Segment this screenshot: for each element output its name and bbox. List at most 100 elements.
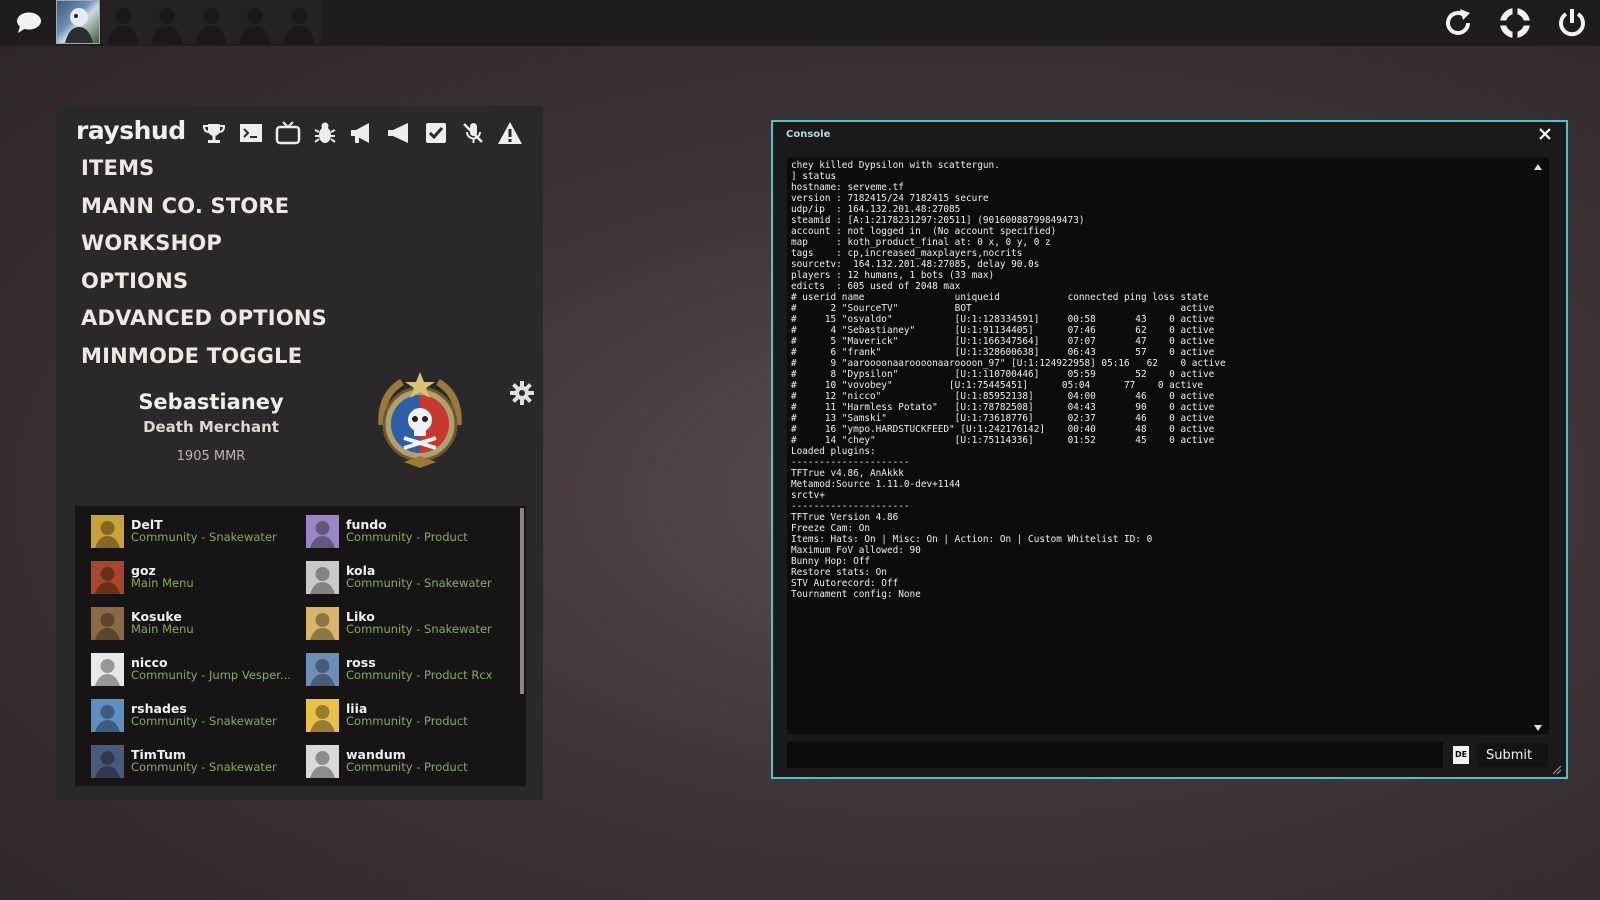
friend-text: wandum Community - Product [346,748,516,774]
silhouette-icon [151,8,183,44]
friend-name: fundo [346,518,387,532]
scroll-down-icon[interactable] [1533,724,1543,732]
friend-avatar [306,698,339,732]
friend-item[interactable]: goz Main Menu [91,560,306,594]
friend-text: ross Community - Product Rcx [346,656,516,682]
friend-status: Main Menu [131,577,194,590]
friend-status: Community - Jump Vesper... [131,669,291,682]
party-slot-empty[interactable] [101,0,145,44]
friend-status: Community - Snakewater [346,623,492,636]
menu-item-options[interactable]: OPTIONS [81,263,327,301]
friend-status: Community - Product Rcx [346,669,493,682]
console-output[interactable]: chey killed Dypsilon with scattergun. ] … [787,158,1549,734]
reload-icon[interactable] [1442,7,1474,39]
bug-icon[interactable] [309,118,340,148]
friend-text: TimTum Community - Snakewater [131,748,301,774]
friend-status: Community - Snakewater [346,577,492,590]
friend-item[interactable]: Liko Community - Snakewater [306,606,521,640]
menu-item-items[interactable]: ITEMS [81,150,327,188]
friend-name: TimTum [131,748,186,762]
friend-item[interactable]: DelT Community - Snakewater [91,514,306,548]
friend-name: wandum [346,748,406,762]
friend-item[interactable]: Kosuke Main Menu [91,606,306,640]
friend-item[interactable]: ross Community - Product Rcx [306,652,521,686]
party-avatar-self[interactable] [56,0,100,44]
friend-item[interactable]: nicco Community - Jump Vesper... [91,652,306,686]
friend-name: ross [346,656,376,670]
quick-actions [198,118,525,150]
main-menu-panel: rayshud ITEMS MANN CO. STORE WORKSHOP OP… [56,106,543,800]
silhouette-icon [239,8,271,44]
scroll-up-icon[interactable] [1533,163,1543,171]
trophy-icon[interactable] [198,118,229,148]
rank-medal-icon[interactable] [372,370,468,470]
console-log: chey killed Dypsilon with scattergun. ] … [791,160,1226,600]
friend-avatar [306,560,339,594]
friend-name: kola [346,564,376,578]
friend-item[interactable]: rshades Community - Snakewater [91,698,306,732]
menu-item-store[interactable]: MANN CO. STORE [81,188,327,226]
friend-avatar [91,560,124,594]
friend-text: nicco Community - Jump Vesper... [131,656,301,682]
gear-icon[interactable] [510,381,534,405]
friend-name: Liko [346,610,375,624]
silhouette-icon [195,8,227,44]
megaphone-alt-icon[interactable] [383,118,414,148]
submit-button[interactable]: Submit [1478,743,1548,767]
friend-name: Kosuke [131,610,182,624]
friends-list[interactable]: DelT Community - Snakewater fundo Community… [75,506,526,786]
friend-avatar [91,652,124,686]
player-avatar-icon [65,8,93,43]
silhouette-icon [283,8,315,44]
tv-icon[interactable] [272,118,303,148]
console-title: Console [786,129,831,140]
party-slot-empty[interactable] [189,0,233,44]
friend-item[interactable]: liia Community - Product [306,698,521,732]
friend-text: Liko Community - Snakewater [346,610,516,636]
close-icon[interactable] [1538,127,1552,141]
power-icon[interactable] [1556,7,1588,39]
top-bar [0,0,1600,46]
friend-item[interactable]: fundo Community - Product [306,514,521,548]
friend-avatar [91,606,124,640]
mute-mic-icon[interactable] [457,118,488,148]
friend-status: Community - Snakewater [131,761,277,774]
menu-item-minmode-toggle[interactable]: MINMODE TOGGLE [81,338,327,376]
friend-item[interactable]: kola Community - Snakewater [306,560,521,594]
menu-item-advanced-options[interactable]: ADVANCED OPTIONS [81,300,327,338]
megaphone-icon[interactable] [346,118,377,148]
friend-avatar [91,698,124,732]
hud-brand: rayshud [76,116,186,145]
terminal-icon[interactable] [235,118,266,148]
player-name: Sebastianey [138,390,284,414]
friend-avatar [306,652,339,686]
friend-text: DelT Community - Snakewater [131,518,301,544]
friend-item[interactable]: TimTum Community - Snakewater [91,744,306,778]
console-input[interactable] [787,742,1443,768]
friend-name: nicco [131,656,168,670]
friend-text: fundo Community - Product [346,518,516,544]
player-rank-title: Death Merchant [143,418,279,436]
lifebuoy-icon[interactable] [1499,7,1531,39]
menu-item-workshop[interactable]: WORKSHOP [81,225,327,263]
resize-grip-icon[interactable] [1550,763,1562,775]
friends-scrollbar[interactable] [520,508,524,694]
party-slot-empty[interactable] [277,0,321,44]
checkbox-icon[interactable] [420,118,451,148]
party-slot-empty[interactable] [145,0,189,44]
friends-grid: DelT Community - Snakewater fundo Community… [91,514,521,778]
friend-status: Community - Snakewater [131,531,277,544]
friend-status: Community - Product [346,761,468,774]
friend-name: goz [131,564,156,578]
friend-name: DelT [131,518,163,532]
friend-status: Community - Snakewater [131,715,277,728]
friend-text: Kosuke Main Menu [131,610,301,636]
friend-avatar [91,744,124,778]
party-slot-empty[interactable] [233,0,277,44]
friend-item[interactable]: wandum Community - Product [306,744,521,778]
silhouette-icon [107,8,139,44]
friend-avatar [306,744,339,778]
main-menu-list: ITEMS MANN CO. STORE WORKSHOP OPTIONS AD… [81,150,327,375]
chat-bubble-icon[interactable] [14,10,44,36]
warning-icon[interactable] [494,118,525,148]
